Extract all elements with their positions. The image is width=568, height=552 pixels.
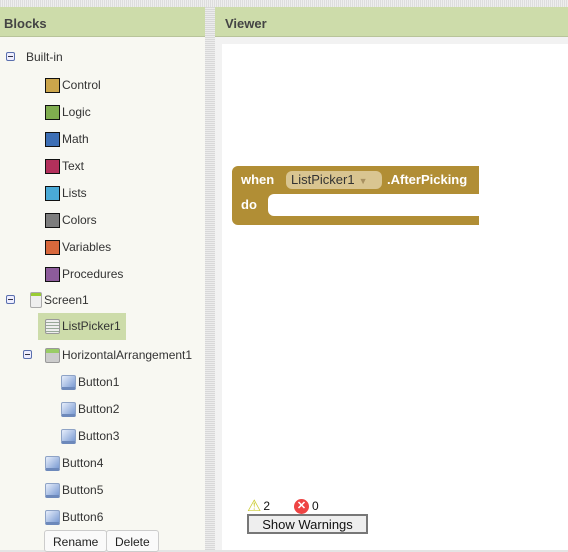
tree-item-screen1[interactable]: Screen1 [30, 290, 89, 310]
tree-item-label: Text [62, 159, 85, 173]
component-dropdown[interactable]: ListPicker1 ▼ [286, 171, 382, 189]
block-when-label: when [241, 172, 275, 187]
button-icon [61, 374, 76, 390]
tree-item-label: Procedures [62, 267, 124, 281]
blocks-tree: Built-in Control Logic Math Text Lists Colors… [0, 37, 205, 552]
tree-item-button4[interactable]: Button4 [45, 453, 103, 473]
tree-item-button1[interactable]: Button1 [61, 372, 119, 392]
horizontal-arrangement-icon [45, 347, 60, 363]
collapse-arrangement-toggle[interactable] [23, 350, 32, 359]
block-event-label: .AfterPicking [387, 172, 468, 187]
show-warnings-button[interactable]: Show Warnings [247, 514, 368, 534]
tree-item-label: Button1 [78, 375, 120, 389]
tree-item-label: Colors [62, 213, 97, 227]
tree-item-label: ListPicker1 [62, 319, 121, 333]
color-swatch-icon [45, 104, 60, 120]
tree-item-label: Button4 [62, 456, 104, 470]
tree-item-label: Control [62, 78, 101, 92]
tree-item-label: Lists [62, 186, 87, 200]
viewer-header: Viewer [215, 7, 568, 37]
tree-item-horizontalarrangement1[interactable]: HorizontalArrangement1 [45, 345, 192, 365]
tree-item-label: Screen1 [44, 293, 89, 307]
tree-item-lists[interactable]: Lists [45, 183, 87, 203]
listpicker-icon [45, 318, 60, 334]
tree-item-label: Logic [62, 105, 91, 119]
button-icon [45, 455, 60, 471]
blocks-header: Blocks [0, 7, 205, 37]
warning-icon[interactable]: ⚠ [247, 496, 261, 516]
tree-item-label: HorizontalArrangement1 [62, 348, 193, 362]
error-icon[interactable]: ✕ [294, 498, 310, 514]
tree-item-procedures[interactable]: Procedures [45, 264, 123, 284]
button-icon [45, 509, 60, 525]
color-swatch-icon [45, 185, 60, 201]
panel-splitter[interactable] [205, 7, 215, 550]
collapse-screen1-toggle[interactable] [6, 295, 15, 304]
top-strip [0, 0, 568, 7]
dropdown-value: ListPicker1 [291, 172, 355, 187]
color-swatch-icon [45, 131, 60, 147]
color-swatch-icon [45, 158, 60, 174]
tree-item-label: Variables [62, 240, 112, 254]
do-statement-slot[interactable] [268, 194, 479, 216]
delete-button[interactable]: Delete [106, 530, 159, 552]
color-swatch-icon [45, 266, 60, 282]
errors-count: 0 [312, 499, 319, 513]
block-do-label: do [241, 197, 257, 212]
tree-item-listpicker1[interactable]: ListPicker1 [45, 316, 121, 336]
tree-item-label: Math [62, 132, 89, 146]
tree-item-button2[interactable]: Button2 [61, 399, 119, 419]
tree-item-variables[interactable]: Variables [45, 237, 111, 257]
tree-item-label: Button3 [78, 429, 120, 443]
color-swatch-icon [45, 239, 60, 255]
button-icon [61, 428, 76, 444]
tree-item-button5[interactable]: Button5 [45, 480, 103, 500]
tree-item-text[interactable]: Text [45, 156, 84, 176]
tree-item-colors[interactable]: Colors [45, 210, 97, 230]
tree-item-label: Built-in [26, 50, 63, 64]
viewer-panel: when ListPicker1 ▼ .AfterPicking do ⚠ 2 ✕ 0… [215, 37, 568, 550]
chevron-down-icon: ▼ [358, 176, 368, 186]
color-swatch-icon [45, 212, 60, 228]
tree-item-control[interactable]: Control [45, 75, 101, 95]
tree-item-label: Button2 [78, 402, 120, 416]
tree-item-label: Button6 [62, 510, 104, 524]
tree-item-label: Button5 [62, 483, 104, 497]
warning-indicator: ⚠ 2 ✕ 0 [247, 496, 319, 516]
collapse-builtin-toggle[interactable] [6, 52, 15, 61]
tree-item-builtin[interactable]: Built-in [26, 47, 63, 67]
warnings-count: 2 [263, 499, 271, 513]
button-icon [61, 401, 76, 417]
tree-item-logic[interactable]: Logic [45, 102, 91, 122]
rename-button[interactable]: Rename [44, 530, 108, 552]
button-icon [45, 482, 60, 498]
event-block-listpicker-afterpicking[interactable]: when ListPicker1 ▼ .AfterPicking do [232, 166, 479, 225]
tree-item-button3[interactable]: Button3 [61, 426, 119, 446]
tree-item-button6[interactable]: Button6 [45, 507, 103, 527]
tree-item-math[interactable]: Math [45, 129, 89, 149]
blocks-workspace[interactable]: when ListPicker1 ▼ .AfterPicking do ⚠ 2 ✕ 0… [222, 44, 568, 550]
screen-icon [30, 292, 42, 308]
color-swatch-icon [45, 77, 60, 93]
